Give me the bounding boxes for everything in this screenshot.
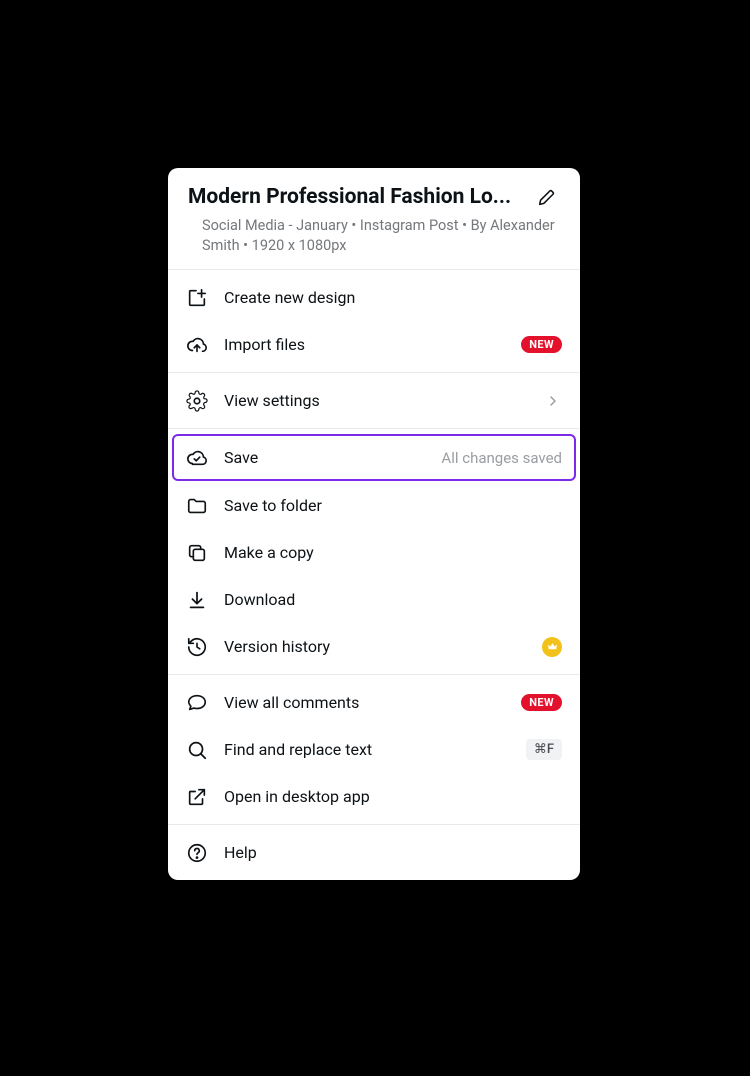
- chevron-right-icon: [544, 392, 562, 410]
- menu-item-label: Import files: [224, 335, 505, 354]
- menu-item-label: Help: [224, 843, 562, 862]
- menu-item-label: Make a copy: [224, 543, 562, 562]
- trailing: ⌘F: [526, 739, 562, 760]
- menu-item-label: Save: [224, 448, 425, 467]
- design-meta: Social Media - January • Instagram Post …: [188, 216, 560, 255]
- menu-item-label: Create new design: [224, 288, 562, 307]
- menu-item-version-history[interactable]: Version history: [168, 623, 580, 670]
- menu-item-label: View all comments: [224, 693, 505, 712]
- external-link-icon: [186, 786, 208, 808]
- design-title[interactable]: Modern Professional Fashion Lo...: [188, 184, 526, 210]
- menu-item-label: Open in desktop app: [224, 787, 562, 806]
- menu-group-create: Create new design Import files NEW: [168, 270, 580, 373]
- create-new-icon: [186, 287, 208, 309]
- trailing: [542, 637, 562, 657]
- menu-group-help: Help: [168, 825, 580, 880]
- cloud-upload-icon: [186, 334, 208, 356]
- menu-item-import-files[interactable]: Import files NEW: [168, 321, 580, 368]
- menu-item-save-to-folder[interactable]: Save to folder: [168, 482, 580, 529]
- comment-icon: [186, 692, 208, 714]
- edit-title-button[interactable]: [534, 184, 560, 210]
- new-badge: NEW: [521, 694, 562, 711]
- menu-item-view-settings[interactable]: View settings: [168, 377, 580, 424]
- menu-item-label: Download: [224, 590, 562, 609]
- menu-item-label: Save to folder: [224, 496, 562, 515]
- folder-icon: [186, 495, 208, 517]
- history-icon: [186, 636, 208, 658]
- new-badge: NEW: [521, 336, 562, 353]
- gear-icon: [186, 390, 208, 412]
- menu-item-label: View settings: [224, 391, 528, 410]
- search-icon: [186, 739, 208, 761]
- cloud-check-icon: [186, 447, 208, 469]
- pencil-icon: [536, 186, 558, 208]
- menu-item-view-all-comments[interactable]: View all comments NEW: [168, 679, 580, 726]
- trailing: NEW: [521, 694, 562, 711]
- copy-icon: [186, 542, 208, 564]
- menu-item-label: Find and replace text: [224, 740, 510, 759]
- trailing: NEW: [521, 336, 562, 353]
- keyboard-shortcut: ⌘F: [526, 739, 562, 760]
- help-icon: [186, 842, 208, 864]
- menu-item-create-new-design[interactable]: Create new design: [168, 274, 580, 321]
- menu-item-find-and-replace[interactable]: Find and replace text ⌘F: [168, 726, 580, 773]
- menu-item-label: Version history: [224, 637, 526, 656]
- save-status: All changes saved: [441, 449, 562, 467]
- download-icon: [186, 589, 208, 611]
- menu-header: Modern Professional Fashion Lo... Social…: [168, 168, 580, 270]
- file-menu-panel: Modern Professional Fashion Lo... Social…: [168, 168, 580, 880]
- menu-item-save[interactable]: Save All changes saved: [172, 434, 576, 481]
- menu-item-make-a-copy[interactable]: Make a copy: [168, 529, 580, 576]
- menu-group-view: View settings: [168, 373, 580, 429]
- menu-group-file: Save All changes saved Save to folder Ma…: [168, 429, 580, 675]
- menu-item-download[interactable]: Download: [168, 576, 580, 623]
- title-row: Modern Professional Fashion Lo...: [188, 184, 560, 210]
- menu-group-tools: View all comments NEW Find and replace t…: [168, 675, 580, 825]
- menu-item-open-in-desktop-app[interactable]: Open in desktop app: [168, 773, 580, 820]
- menu-item-help[interactable]: Help: [168, 829, 580, 876]
- crown-badge-icon: [542, 637, 562, 657]
